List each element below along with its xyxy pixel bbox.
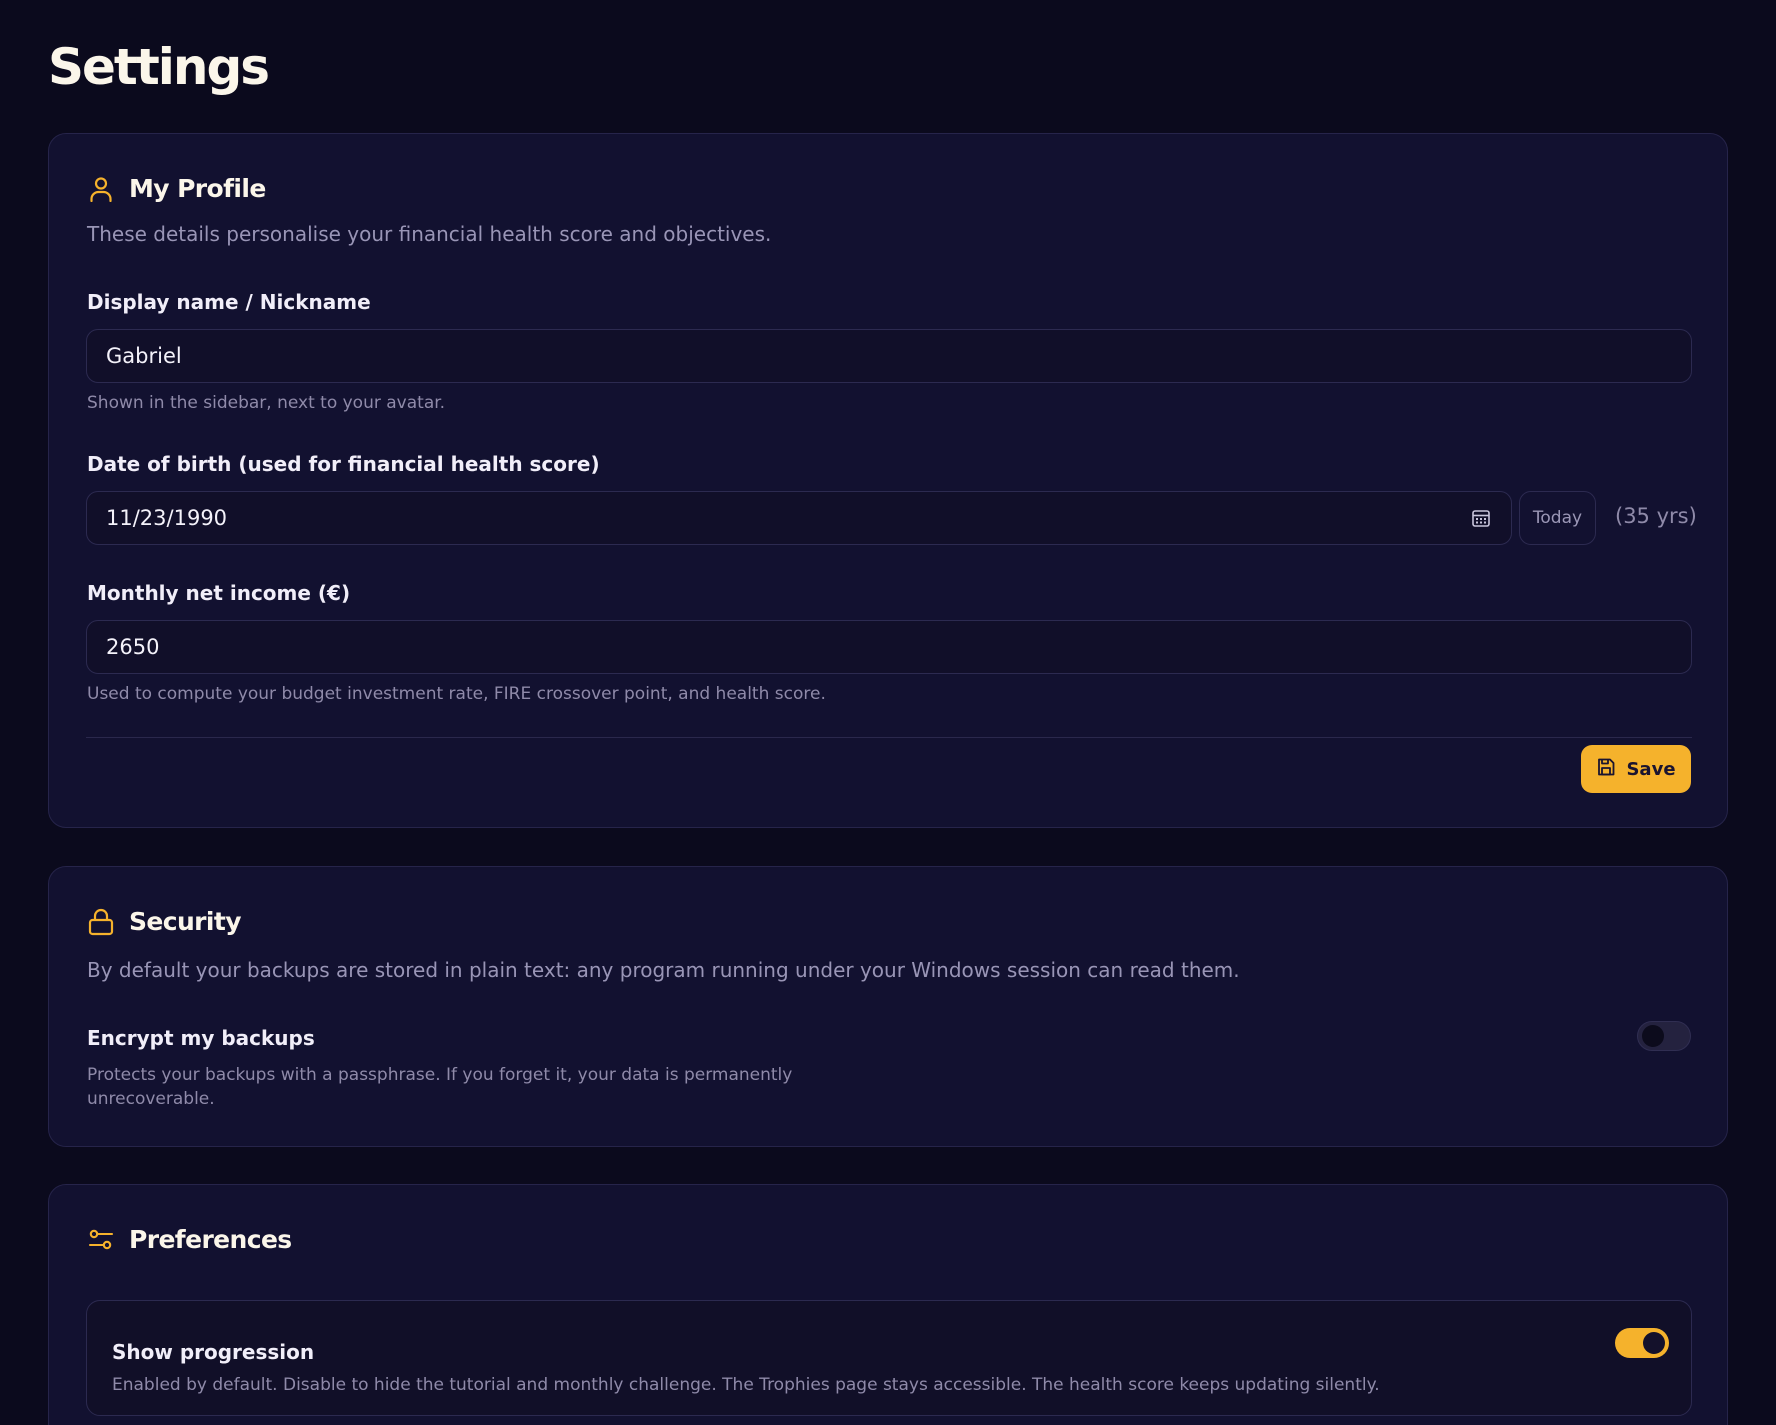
page-title: Settings — [48, 38, 270, 96]
lock-icon — [87, 908, 115, 936]
security-header: Security — [87, 907, 242, 936]
preferences-header: Preferences — [87, 1225, 292, 1254]
security-description: By default your backups are stored in pl… — [87, 958, 1240, 982]
display-name-label: Display name / Nickname — [87, 290, 371, 314]
income-value: 2650 — [106, 635, 160, 659]
display-name-value: Gabriel — [106, 344, 182, 368]
encrypt-toggle[interactable] — [1637, 1021, 1691, 1051]
user-icon — [87, 175, 115, 203]
encrypt-hint: Protects your backups with a passphrase.… — [87, 1065, 793, 1109]
calendar-icon[interactable] — [1471, 508, 1491, 528]
toggle-knob — [1642, 1025, 1664, 1047]
preferences-card: Preferences Show progression Enabled by … — [48, 1184, 1728, 1425]
dob-value: 11/23/1990 — [106, 506, 228, 530]
sliders-icon — [87, 1226, 115, 1254]
save-button[interactable]: Save — [1581, 745, 1691, 793]
profile-description: These details personalise your financial… — [87, 222, 772, 246]
display-name-hint: Shown in the sidebar, next to your avata… — [87, 393, 446, 413]
encrypt-label: Encrypt my backups — [87, 1026, 315, 1050]
today-button[interactable]: Today — [1519, 491, 1596, 545]
profile-heading: My Profile — [129, 174, 266, 203]
show-progression-row: Show progression Enabled by default. Dis… — [86, 1300, 1692, 1416]
show-progression-hint: Enabled by default. Disable to hide the … — [112, 1375, 1380, 1395]
save-icon — [1596, 757, 1616, 782]
preferences-heading: Preferences — [129, 1225, 292, 1254]
display-name-input[interactable]: Gabriel — [86, 329, 1692, 383]
security-card: Security By default your backups are sto… — [48, 866, 1728, 1147]
profile-divider — [86, 737, 1692, 738]
age-text: (35 yrs) — [1615, 504, 1697, 528]
security-heading: Security — [129, 907, 242, 936]
income-input[interactable]: 2650 — [86, 620, 1692, 674]
profile-card: My Profile These details personalise you… — [48, 133, 1728, 828]
save-label: Save — [1626, 758, 1676, 780]
show-progression-label: Show progression — [112, 1340, 315, 1364]
toggle-knob — [1643, 1332, 1665, 1354]
profile-header: My Profile — [87, 174, 266, 203]
show-progression-toggle[interactable] — [1615, 1328, 1669, 1358]
dob-label: Date of birth (used for financial health… — [87, 452, 600, 476]
income-hint: Used to compute your budget investment r… — [87, 684, 826, 704]
dob-input[interactable]: 11/23/1990 — [86, 491, 1512, 545]
income-label: Monthly net income (€) — [87, 581, 351, 605]
